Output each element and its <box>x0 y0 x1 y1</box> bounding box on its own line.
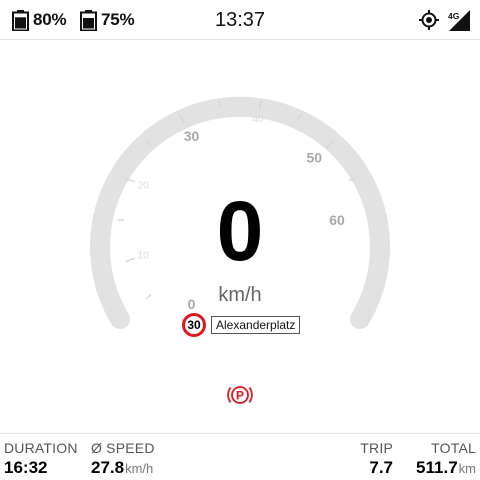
stat-average-speed-label: Ø SPEED <box>91 440 155 456</box>
trip-stats-bar: DURATION 16:32 Ø SPEED 27.8km/h TRIP 7.7… <box>0 433 480 480</box>
speed-limit-sign: 30 <box>182 313 206 337</box>
gauge-tick <box>125 257 136 263</box>
stat-total-value: 511.7 <box>416 458 458 477</box>
stat-average-speed-value: 27.8 <box>91 458 125 477</box>
stat-trip-value: 7.7 <box>369 458 393 477</box>
clock-time: 13:37 <box>214 9 266 31</box>
gauge-tick-label: 40 <box>252 114 264 125</box>
street-name: Alexanderplatz <box>211 316 301 334</box>
network-type-label: 4G <box>448 11 460 21</box>
stat-duration-value: 16:32 <box>4 458 48 477</box>
stat-total-unit: km <box>458 461 476 476</box>
stat-duration-label: DURATION <box>4 440 78 456</box>
parking-brake-icon: P <box>227 386 253 404</box>
stat-average-speed: Ø SPEED 27.8km/h <box>91 440 155 478</box>
gauge-tick-label: 50 <box>307 150 323 166</box>
svg-text:P: P <box>236 389 244 403</box>
stat-total-label: TOTAL <box>431 440 476 456</box>
gauge-tick <box>146 294 152 299</box>
gps-icon <box>419 10 439 30</box>
signal-4g-icon: 4G <box>448 10 470 31</box>
gauge-tick-label: 30 <box>184 128 200 144</box>
status-bar: 80% 75% 13:37 4G <box>0 0 480 40</box>
speed-unit: km/h <box>218 284 262 306</box>
stat-total: TOTAL 511.7km <box>416 440 476 478</box>
stat-trip: TRIP 7.7 <box>360 440 393 478</box>
stat-average-speed-unit: km/h <box>125 461 154 476</box>
stat-duration: DURATION 16:32 <box>4 440 78 478</box>
stat-trip-label: TRIP <box>360 440 393 456</box>
current-speed: 0 <box>216 184 264 278</box>
